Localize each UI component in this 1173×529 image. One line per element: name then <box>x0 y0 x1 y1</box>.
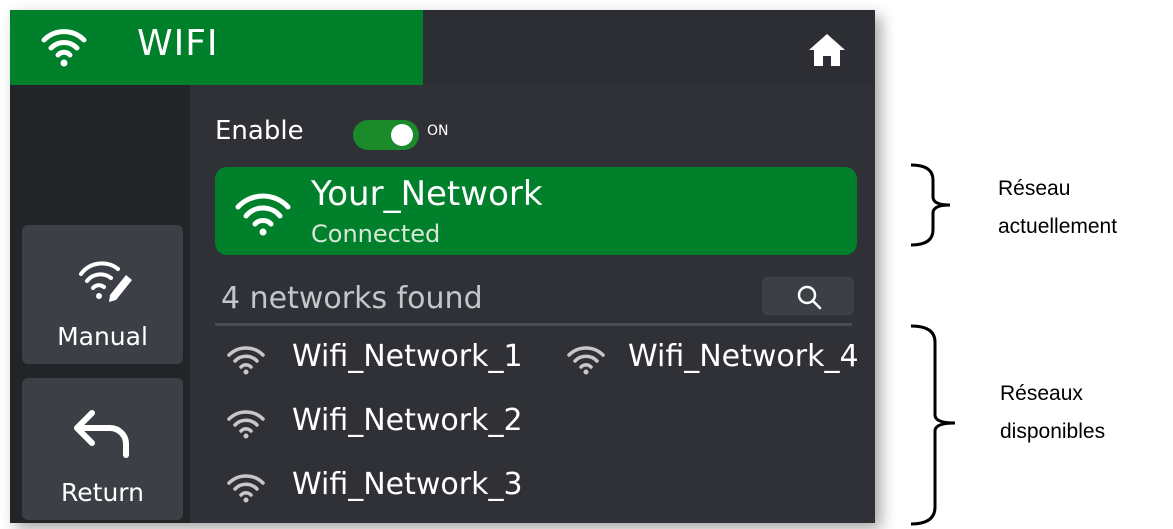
wifi-signal-icon <box>227 474 265 503</box>
network-item[interactable]: Wifi_Network_1 <box>226 335 526 383</box>
wifi-edit-icon <box>79 261 132 302</box>
divider <box>215 323 852 326</box>
current-network-annotation: Réseau actuellement <box>998 170 1117 246</box>
return-arrow-icon <box>74 410 129 458</box>
sidebar: Manual Return <box>10 85 190 523</box>
network-item[interactable]: Wifi_Network_4 <box>566 335 866 383</box>
available-networks-bracket <box>910 324 956 526</box>
network-item[interactable]: Wifi_Network_2 <box>226 399 526 447</box>
current-network-status: Connected <box>311 220 441 248</box>
return-label: Return <box>61 478 144 507</box>
current-network-card[interactable]: Your_Network Connected <box>215 167 857 255</box>
manual-label: Manual <box>57 322 148 351</box>
current-network-bracket <box>910 163 951 247</box>
wifi-signal-icon <box>227 410 265 439</box>
annotation-line: Réseaux <box>1000 382 1083 405</box>
annotation-line: actuellement <box>998 215 1118 238</box>
available-networks-annotation: Réseaux disponibles <box>1000 375 1105 451</box>
annotation-line: Réseau <box>998 177 1071 200</box>
manual-button[interactable]: Manual <box>22 225 183 364</box>
annotation-line: disponibles <box>1000 420 1106 443</box>
toggle-state-label: ON <box>427 123 449 139</box>
page-title: WIFI <box>137 23 219 64</box>
title-bar: WIFI <box>10 10 875 85</box>
enable-label: Enable <box>215 116 304 146</box>
search-icon <box>797 285 822 310</box>
toggle-knob <box>391 124 413 146</box>
network-name: Wifi_Network_1 <box>292 339 523 374</box>
wifi-screen: WIFI Manual Return Enable ON Your_Networ… <box>10 10 875 523</box>
main-panel: Enable ON Your_Network Connected 4 netwo… <box>190 85 875 523</box>
network-name: Wifi_Network_3 <box>292 467 523 502</box>
wifi-signal-icon <box>227 346 265 375</box>
enable-toggle[interactable] <box>353 120 419 150</box>
networks-found-count: 4 networks found <box>221 281 483 316</box>
search-button[interactable] <box>762 277 854 315</box>
wifi-icon <box>41 29 87 67</box>
wifi-signal-icon <box>567 346 605 375</box>
wifi-icon <box>235 193 291 236</box>
network-item[interactable]: Wifi_Network_3 <box>226 463 526 511</box>
network-name: Wifi_Network_2 <box>292 403 523 438</box>
current-network-ssid: Your_Network <box>311 174 543 214</box>
network-name: Wifi_Network_4 <box>628 339 859 374</box>
return-button[interactable]: Return <box>22 378 183 520</box>
home-icon[interactable] <box>807 32 847 68</box>
